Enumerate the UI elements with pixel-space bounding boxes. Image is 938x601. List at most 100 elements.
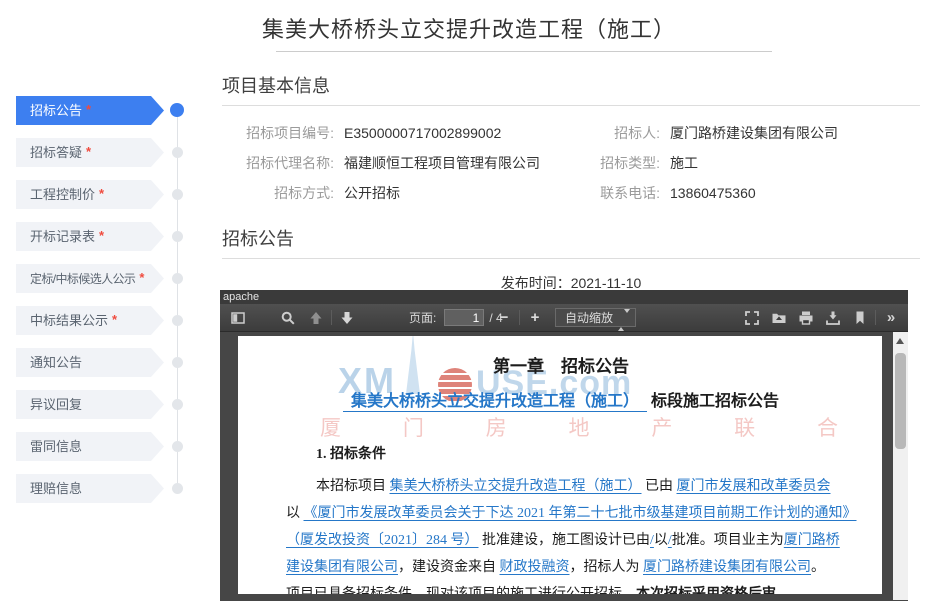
sidebar-item-tender-qa[interactable]: 招标答疑 * xyxy=(16,138,164,167)
title-underline xyxy=(276,51,772,52)
doc-link[interactable]: 建设集团有限公司 xyxy=(286,560,398,575)
sidebar-item-similarity-info[interactable]: 雷同信息 xyxy=(16,432,164,461)
sidebar-item-claim-info[interactable]: 理赔信息 xyxy=(16,474,164,503)
previous-page-icon[interactable] xyxy=(304,307,328,329)
timeline-dot xyxy=(172,315,183,326)
basic-info-grid: 招标项目编号: E3500000717002899002 招标人: 厦门路桥建设… xyxy=(222,123,920,203)
doc-paragraph-line: 建设集团有限公司，建设资金来自 财政投融资，招标人为 厦门路桥建设集团有限公司。 xyxy=(286,554,836,581)
page-title: 集美大桥桥头立交提升改造工程（施工） xyxy=(0,12,938,44)
doc-paragraph-line: 以 《厦门市发展改革委员会关于下达 2021 年第二十七批市级基建项目前期工作计… xyxy=(286,500,836,527)
pdf-scrollbar[interactable] xyxy=(893,332,908,600)
zoom-mode-select[interactable]: 自动缩放 xyxy=(555,308,636,327)
timeline-dot xyxy=(170,103,184,117)
pdf-viewer: apache 页面: / 4 − + 自动缩放 xyxy=(220,290,908,601)
zoom-in-button[interactable]: + xyxy=(523,307,547,329)
field-label: 招标类型: xyxy=(590,153,660,173)
sidebar-item-label: 异议回复 xyxy=(30,397,82,412)
timeline-dot xyxy=(172,441,183,452)
required-star: * xyxy=(112,312,117,327)
required-star: * xyxy=(139,270,143,285)
sidebar-item-winner-candidate-publicity[interactable]: 定标/中标候选人公示 * xyxy=(16,264,164,293)
sidebar-item-label: 招标公告 xyxy=(30,103,82,118)
doc-link[interactable]: 厦门市发展和改革委员会 xyxy=(677,479,831,494)
pdf-content-area: XM USE.com 厦 门 房 地 产 联 合 网 第一章 招标公告 集美大桥… xyxy=(220,332,908,600)
sidebar-item-project-control-price[interactable]: 工程控制价* xyxy=(16,180,164,209)
toolbar-separator xyxy=(331,310,332,325)
doc-subtitle-rest: 标段施工招标公告 xyxy=(651,393,779,410)
more-tools-button[interactable]: » xyxy=(879,307,903,329)
timeline-dot xyxy=(172,189,183,200)
zoom-out-button[interactable]: − xyxy=(492,307,516,329)
sidebar-item-bid-result-publicity[interactable]: 中标结果公示 * xyxy=(16,306,164,335)
zoom-mode-value: 自动缩放 xyxy=(565,309,613,326)
doc-text: 批准。项目业主为 xyxy=(672,533,784,548)
doc-text: 以 xyxy=(654,533,668,548)
required-star: * xyxy=(99,186,104,201)
timeline-dot xyxy=(172,357,183,368)
page-number-input[interactable] xyxy=(444,309,484,326)
sidebar-item-label: 定标/中标候选人公示 xyxy=(30,272,135,286)
sidebar-nav: 招标公告* 招标答疑* 工程控制价* 开标记录表* 定标/中标候选人公示* 中标… xyxy=(16,96,178,516)
timeline-dot xyxy=(172,483,183,494)
sidebar-item-objection-reply[interactable]: 异议回复 xyxy=(16,390,164,419)
doc-link[interactable]: （厦发改投资〔2021〕284 号） xyxy=(286,533,479,548)
doc-text-bold: 本次招标采用资格后审。 xyxy=(636,587,790,594)
download-icon[interactable] xyxy=(821,307,845,329)
section-divider xyxy=(222,258,920,259)
presentation-mode-icon[interactable] xyxy=(740,307,764,329)
doc-text: ，建设资金来自 xyxy=(398,560,500,575)
print-icon[interactable] xyxy=(794,307,818,329)
doc-paragraph-line: 项目已具备招标条件，现对该项目的施工进行公开招标，本次招标采用资格后审。 xyxy=(286,581,836,594)
toolbar-right-group: » xyxy=(740,307,903,329)
doc-paragraph-line: 本招标项目 集美大桥桥头立交提升改造工程（施工） 已由 厦门市发展和改革委员会 xyxy=(286,473,836,500)
open-file-icon[interactable] xyxy=(767,307,791,329)
doc-text: 批准建设，施工图设计已由 xyxy=(479,533,651,548)
doc-text: 已由 xyxy=(642,479,677,494)
pdf-toolbar: 页面: / 4 − + 自动缩放 xyxy=(220,304,908,332)
next-page-icon[interactable] xyxy=(335,307,359,329)
timeline-dot xyxy=(172,231,183,242)
toolbar-separator xyxy=(519,310,520,325)
sidebar-item-tender-announcement[interactable]: 招标公告 * xyxy=(16,96,164,125)
sidebar-item-notice[interactable]: 通知公告 xyxy=(16,348,164,377)
project-number-value: E3500000717002899002 xyxy=(334,123,590,143)
bookmark-icon[interactable] xyxy=(848,307,872,329)
doc-paragraph-line: （厦发改投资〔2021〕284 号） 批准建设，施工图设计已由/以/批准。项目业… xyxy=(286,527,836,554)
select-arrows-icon xyxy=(618,313,630,327)
doc-link[interactable]: 厦门路桥 xyxy=(784,533,840,548)
field-label: 招标项目编号: xyxy=(222,123,334,143)
sidebar-item-label: 理赔信息 xyxy=(30,481,82,496)
scroll-up-icon[interactable] xyxy=(896,338,904,344)
publish-time-value: 2021-11-10 xyxy=(571,275,642,291)
doc-chapter-title: 第一章 招标公告 xyxy=(286,356,836,378)
doc-link[interactable]: 财政投融资 xyxy=(500,560,570,575)
doc-text: 。 xyxy=(811,560,825,575)
announcement-heading: 招标公告 xyxy=(222,227,920,251)
timeline-dot xyxy=(172,399,183,410)
doc-text: 以 xyxy=(286,506,304,521)
timeline-dot xyxy=(172,147,183,158)
sidebar-item-bid-opening-record[interactable]: 开标记录表* xyxy=(16,222,164,251)
timeline-line xyxy=(177,108,178,490)
field-label: 招标人: xyxy=(590,123,660,143)
agency-value: 福建顺恒工程项目管理有限公司 xyxy=(334,153,590,173)
required-star: * xyxy=(86,102,91,117)
doc-subtitle-link[interactable]: 集美大桥桥头立交提升改造工程（施工） xyxy=(343,393,647,412)
field-label: 联系电话: xyxy=(590,183,660,203)
scrollbar-thumb[interactable] xyxy=(895,353,906,449)
required-star: * xyxy=(86,144,91,159)
sidebar-item-label: 招标答疑 xyxy=(30,145,82,160)
sidebar-toggle-icon[interactable] xyxy=(226,307,250,329)
pdf-window-title: apache xyxy=(220,290,908,304)
doc-link[interactable]: 集美大桥桥头立交提升改造工程（施工） xyxy=(390,479,642,494)
search-icon[interactable] xyxy=(276,307,300,329)
sidebar-item-label: 中标结果公示 xyxy=(30,313,108,328)
doc-link[interactable]: 厦门路桥建设集团有限公司 xyxy=(643,560,811,575)
doc-link[interactable]: 《厦门市发展改革委员会关于下达 2021 年第二十七批市级基建项目前期工作计划的… xyxy=(304,506,857,521)
doc-text: 本招标项目 xyxy=(316,479,390,494)
sidebar-item-label: 开标记录表 xyxy=(30,229,95,244)
sidebar-item-label: 通知公告 xyxy=(30,355,82,370)
zoom-controls: − + 自动缩放 xyxy=(492,307,636,329)
toolbar-separator xyxy=(875,310,876,325)
doc-section-heading: 1. 招标条件 xyxy=(286,447,836,463)
